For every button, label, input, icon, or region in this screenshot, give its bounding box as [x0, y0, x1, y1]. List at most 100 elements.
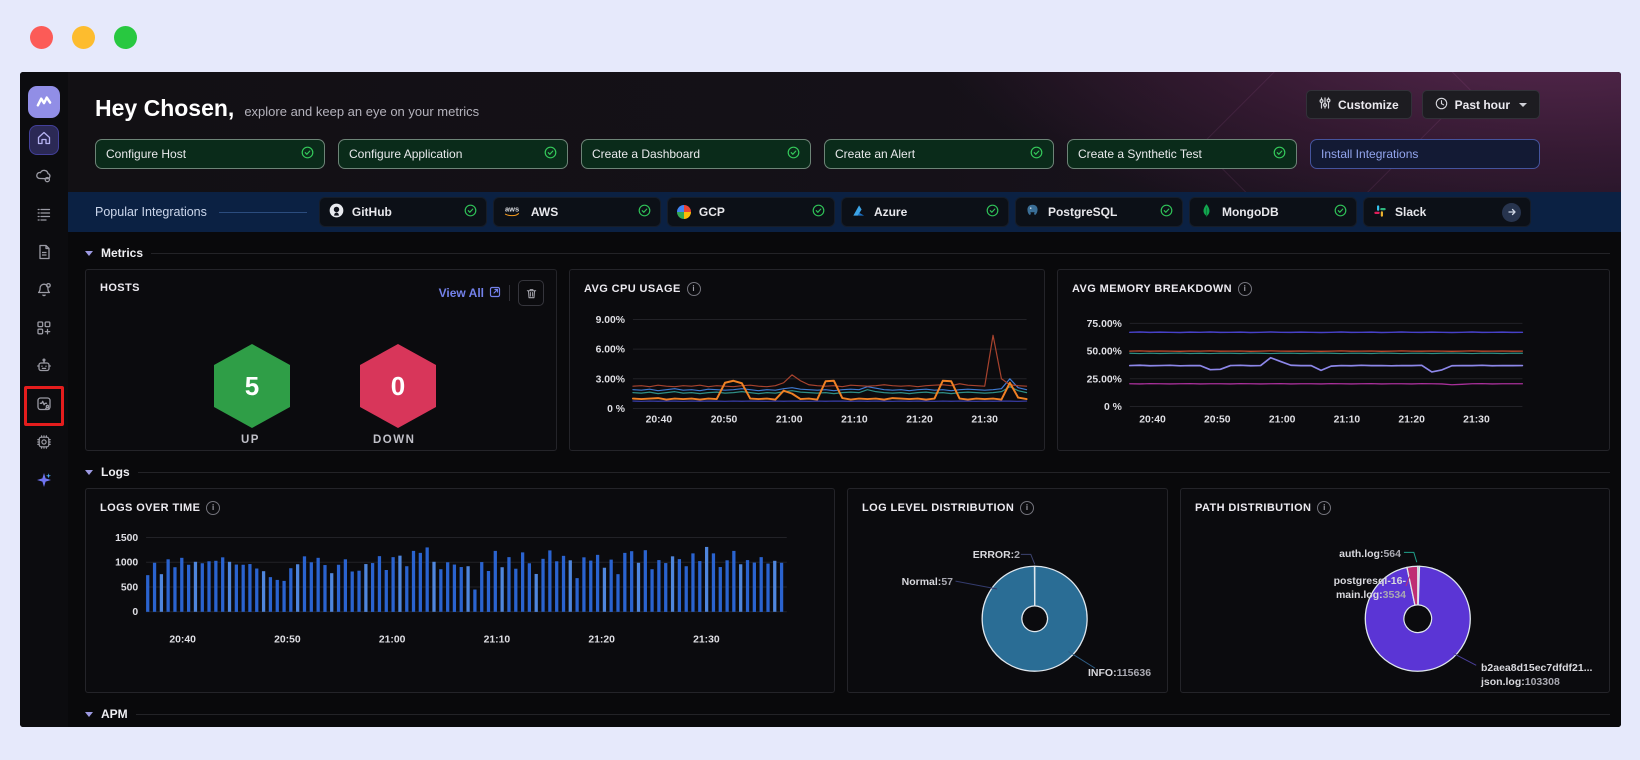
panel-title: HOSTS [100, 282, 140, 294]
integration-chip-github[interactable]: GitHub [318, 197, 487, 227]
minimize-window-button[interactable] [72, 26, 95, 49]
clock-icon [1435, 97, 1448, 113]
hosts-down-count: 0 [390, 370, 406, 401]
logs-over-time-panel: LOGS OVER TIME 1500 1000 500 0 20:40 20:50 21:… [85, 488, 835, 693]
svg-text:75.00%: 75.00% [1087, 319, 1122, 330]
info-icon[interactable] [1317, 501, 1332, 515]
svg-text:21:20: 21:20 [588, 634, 615, 645]
slack-icon [1373, 204, 1387, 221]
mongodb-icon [1199, 203, 1214, 221]
integrations-bar-label: Popular Integrations [95, 205, 207, 219]
configure-application-button[interactable]: Configure Application [338, 139, 568, 169]
svg-text:21:00: 21:00 [1269, 414, 1296, 425]
integration-chip-postgresql[interactable]: PostgreSQL [1014, 197, 1183, 227]
sidebar-item-ai-assistant[interactable] [30, 468, 58, 496]
aws-icon: aws [503, 203, 523, 221]
view-all-link[interactable]: View All [439, 286, 501, 301]
svg-text:20:50: 20:50 [711, 414, 738, 425]
time-range-selector[interactable]: Past hour [1421, 90, 1540, 119]
section-header-metrics[interactable]: Metrics [85, 246, 1610, 260]
bell-icon [35, 281, 53, 304]
info-icon[interactable] [1020, 501, 1035, 515]
middleware-logo-icon [28, 86, 60, 118]
integration-chip-mongodb[interactable]: MongoDB [1188, 197, 1357, 227]
create-synthetic-test-button[interactable]: Create a Synthetic Test [1067, 139, 1297, 169]
popular-integrations-bar: Popular Integrations GitHub aws AWS GCP [68, 192, 1621, 232]
create-alert-button[interactable]: Create an Alert [824, 139, 1054, 169]
integration-name: AWS [530, 205, 559, 219]
sidebar-item-reports[interactable] [30, 240, 58, 268]
zoom-window-button[interactable] [114, 26, 137, 49]
create-dashboard-button[interactable]: Create a Dashboard [581, 139, 811, 169]
close-window-button[interactable] [30, 26, 53, 49]
check-circle-icon [787, 146, 800, 162]
info-icon[interactable] [1237, 282, 1252, 296]
gcp-icon [676, 205, 691, 219]
info-icon[interactable] [206, 501, 221, 515]
check-circle-icon [464, 204, 477, 220]
quick-action-label: Configure Application [349, 147, 463, 161]
section-label: Metrics [101, 246, 144, 260]
svg-text:20:50: 20:50 [274, 634, 301, 645]
avg-memory-breakdown-chart: 75.00% 50.00% 25.00% 0 % 20:40 20:50 21:00 21:1… [1058, 270, 1609, 450]
sidebar-item-home[interactable] [30, 126, 58, 154]
quick-action-label: Create an Alert [835, 147, 916, 161]
integration-chip-gcp[interactable]: GCP [666, 197, 835, 227]
section-label: APM [101, 707, 128, 721]
scroll-right-arrow-button[interactable] [1502, 202, 1521, 222]
section-header-logs[interactable]: Logs [85, 465, 1610, 479]
sliders-icon [1319, 97, 1331, 112]
check-circle-icon [1273, 146, 1286, 162]
section-label: Logs [101, 465, 130, 479]
sidebar-item-alerts[interactable] [30, 278, 58, 306]
svg-text:9.00%: 9.00% [596, 315, 625, 326]
app-window: Hey Chosen, explore and keep an eye on y… [20, 72, 1621, 727]
check-circle-icon [812, 204, 825, 220]
integration-name: MongoDB [1221, 205, 1279, 219]
svg-text:6.00%: 6.00% [596, 345, 625, 356]
svg-text:50.00%: 50.00% [1087, 347, 1122, 358]
section-header-apm[interactable]: APM [85, 707, 1610, 721]
vertical-divider [509, 285, 510, 301]
check-circle-icon [544, 146, 557, 162]
svg-text:21:20: 21:20 [1398, 414, 1425, 425]
sidebar-item-rum[interactable] [24, 386, 64, 426]
dashboard-content: Metrics HOSTS View All 5 0 UP DOWN AVG C… [68, 232, 1621, 727]
robot-icon [35, 357, 53, 380]
logs-icon [35, 205, 53, 228]
hosts-down-label: DOWN [373, 434, 416, 446]
log-level-distribution-chart: ERROR:2 Normal:57 INFO:115636 [848, 489, 1167, 692]
svg-text:21:30: 21:30 [1463, 414, 1490, 425]
sidebar-item-infrastructure[interactable] [30, 164, 58, 192]
donut-label: postgresql-16- main.log:3534 [1333, 575, 1406, 602]
integration-name: GCP [698, 205, 725, 219]
integration-chip-aws[interactable]: aws AWS [492, 197, 661, 227]
donut-label: auth.log:564 [1339, 548, 1401, 560]
sidebar-nav [24, 118, 64, 496]
postgresql-icon [1025, 203, 1040, 221]
integration-chip-azure[interactable]: Azure [840, 197, 1009, 227]
customize-label: Customize [1337, 97, 1399, 112]
sidebar-item-synthetic-monitoring[interactable] [30, 354, 58, 382]
delete-widget-button[interactable] [518, 280, 544, 306]
customize-button[interactable]: Customize [1305, 90, 1412, 119]
install-integrations-button[interactable]: Install Integrations [1310, 139, 1540, 169]
dashboard-header: Hey Chosen, explore and keep an eye on y… [68, 72, 1621, 192]
svg-text:3.00%: 3.00% [596, 374, 625, 385]
svg-text:500: 500 [121, 583, 139, 594]
svg-text:21:10: 21:10 [841, 414, 868, 425]
integration-chip-slack[interactable]: Slack [1362, 197, 1531, 227]
sidebar-item-dashboards[interactable] [30, 316, 58, 344]
panel-title: PATH DISTRIBUTION [1195, 501, 1332, 515]
info-icon[interactable] [686, 282, 701, 296]
sidebar-item-settings[interactable] [30, 430, 58, 458]
svg-text:21:00: 21:00 [776, 414, 803, 425]
svg-text:25.00%: 25.00% [1087, 374, 1122, 385]
hosts-up-hexagon: 5 [214, 344, 290, 428]
donut-label: Normal:57 [901, 576, 953, 588]
avg-cpu-usage-panel: AVG CPU USAGE 9.00% 6.00% 3.00% 0 % 20:40 20:… [569, 269, 1045, 451]
sidebar-item-logs[interactable] [30, 202, 58, 230]
configure-host-button[interactable]: Configure Host [95, 139, 325, 169]
external-link-icon [489, 286, 501, 301]
azure-icon [851, 203, 866, 221]
